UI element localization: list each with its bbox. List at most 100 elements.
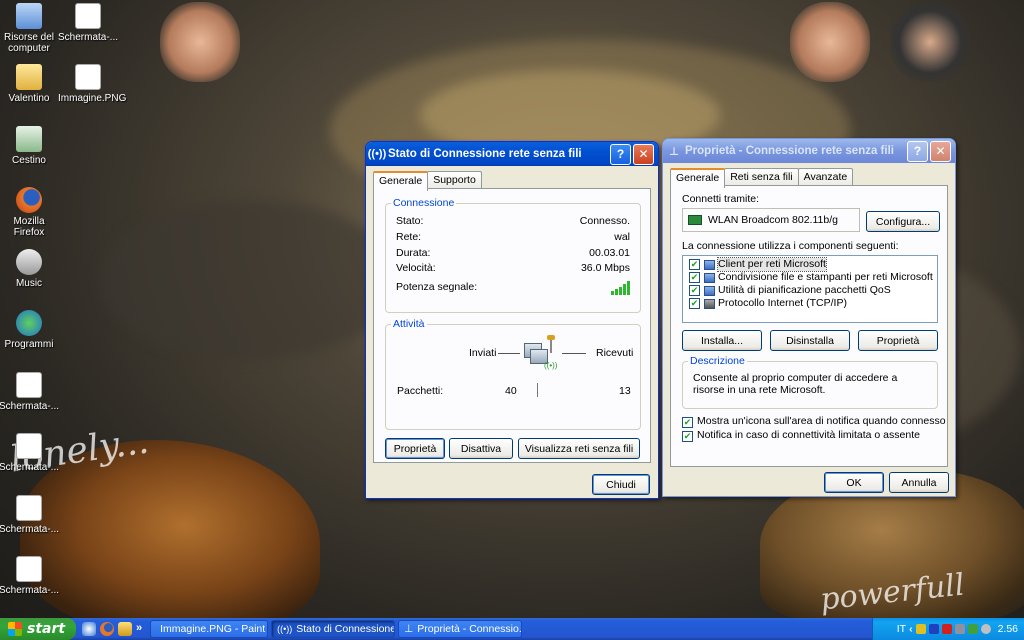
taskbar-item-paint[interactable]: Immagine.PNG - Paint — [150, 620, 269, 638]
desktop-icon-programs[interactable]: Programmi — [0, 310, 59, 350]
desktop-icon-immagine[interactable]: Immagine.PNG — [58, 64, 126, 104]
activity-group: Attività Inviati Ricevuti ((•)) Pacchett… — [385, 318, 641, 430]
checkbox[interactable]: ✔ — [682, 431, 693, 442]
help-button[interactable]: ? — [907, 140, 928, 162]
client-icon — [704, 259, 715, 270]
tray-app-icon[interactable] — [928, 624, 939, 634]
desktop-icon-label: Mozilla Firefox — [13, 216, 45, 238]
tray-app-icon[interactable] — [941, 624, 952, 634]
ok-button[interactable]: OK — [824, 472, 884, 493]
list-item[interactable]: ✔ Utilità di pianificazione pacchetti QoS — [683, 284, 937, 297]
show-icon-option[interactable]: ✔ Mostra un'icona sull'area di notifica q… — [682, 415, 946, 428]
disable-button[interactable]: Disattiva — [449, 438, 513, 459]
row-value: Connesso. — [579, 215, 630, 227]
firefox-icon — [16, 187, 42, 213]
desktop-icon-screenshot-4[interactable]: Schermata-... — [0, 495, 59, 535]
winamp-icon[interactable] — [118, 622, 132, 636]
list-item[interactable]: ✔ Protocollo Internet (TCP/IP) — [683, 297, 937, 310]
taskbar-item-properties[interactable]: ⊥ Proprietà - Connessio... — [398, 620, 523, 638]
components-list[interactable]: ✔ Client per reti Microsoft ✔ Condivisione… — [682, 255, 938, 323]
desktop-icon-firefox[interactable]: Mozilla Firefox — [0, 187, 59, 238]
row-label: Durata: — [396, 247, 431, 259]
status-panel: Connessione Stato: Connesso. Rete: wal Dur… — [373, 188, 651, 463]
uninstall-button[interactable]: Disinstalla — [770, 330, 850, 351]
wallpaper-character-right-2 — [890, 2, 970, 82]
view-wireless-networks-button[interactable]: Visualizza reti senza fili — [518, 438, 640, 459]
desktop-icon-my-computer[interactable]: Risorse del computer — [0, 3, 59, 54]
row-value: 00.03.01 — [589, 247, 630, 259]
taskbar-item-label: Immagine.PNG - Paint — [160, 623, 266, 635]
desktop-icon-valentino[interactable]: Valentino — [0, 64, 59, 104]
connection-group: Connessione Stato: Connesso. Rete: wal Dur… — [385, 197, 641, 313]
quick-launch: » — [82, 622, 142, 636]
ie-icon[interactable] — [82, 622, 96, 636]
tab-avanzate[interactable]: Avanzate — [797, 168, 854, 185]
wireless-icon: ((•)) — [367, 148, 387, 160]
duration-row: Durata: 00.03.01 — [396, 247, 630, 259]
row-label: Velocità: — [396, 262, 436, 274]
components-label: La connessione utilizza i componenti seg… — [682, 240, 899, 252]
cancel-button[interactable]: Annulla — [889, 472, 949, 493]
component-properties-button[interactable]: Proprietà — [858, 330, 938, 351]
firefox-icon[interactable] — [100, 622, 114, 636]
close-window-button[interactable]: ✕ — [633, 143, 654, 165]
row-value: wal — [614, 231, 630, 243]
checkbox[interactable]: ✔ — [689, 272, 700, 283]
desktop-icon-screenshot-3[interactable]: Schermata-... — [0, 433, 59, 473]
quick-launch-overflow-icon[interactable]: » — [136, 622, 142, 636]
tray-app-icon[interactable] — [915, 624, 926, 634]
row-label: Stato: — [396, 215, 424, 227]
properties-window-titlebar[interactable]: ⊥ Proprietà - Connessione rete senza fil… — [663, 139, 955, 163]
desktop-icon-screenshot-1[interactable]: Schermata-... — [58, 3, 118, 43]
image-file-icon — [16, 372, 42, 398]
description-group: Descrizione Consente al proprio computer… — [682, 355, 938, 409]
item-label: Client per reti Microsoft — [717, 257, 827, 272]
notify-option[interactable]: ✔ Notifica in caso di connettività limita… — [682, 429, 920, 442]
list-item[interactable]: ✔ Client per reti Microsoft — [683, 257, 937, 272]
taskbar-item-status[interactable]: ((•)) Stato di Connessione ... — [271, 620, 396, 638]
network-connection-icon: ⊥ — [404, 623, 414, 635]
desktop-icon-screenshot-5[interactable]: Schermata-... — [0, 556, 59, 596]
item-label: Protocollo Internet (TCP/IP) — [718, 297, 847, 309]
properties-button[interactable]: Proprietà — [385, 438, 445, 459]
help-button[interactable]: ? — [610, 143, 631, 165]
close-window-button[interactable]: ✕ — [930, 140, 951, 162]
tray-expand-icon[interactable]: ‹ — [909, 623, 913, 635]
adapter-name: WLAN Broadcom 802.11b/g — [708, 214, 838, 226]
desktop-icon-music[interactable]: Music — [0, 249, 59, 289]
checkbox[interactable]: ✔ — [689, 298, 700, 309]
close-button[interactable]: Chiudi — [592, 474, 650, 495]
desktop-icon-screenshot-2[interactable]: Schermata-... — [0, 372, 59, 412]
tab-supporto[interactable]: Supporto — [427, 171, 482, 188]
install-button[interactable]: Installa... — [682, 330, 762, 351]
desktop-icon-recycle-bin[interactable]: Cestino — [0, 126, 59, 166]
start-button[interactable]: start — [0, 618, 76, 640]
tab-generale[interactable]: Generale — [670, 168, 726, 188]
configure-button[interactable]: Configura... — [866, 211, 940, 232]
status-window-titlebar[interactable]: ((•)) Stato di Connessione rete senza fi… — [366, 142, 658, 166]
image-file-icon — [75, 64, 101, 90]
tab-reti-senza-fili[interactable]: Reti senza fili — [724, 168, 799, 185]
tab-generale[interactable]: Generale — [373, 171, 429, 191]
clock[interactable]: 2.56 — [998, 623, 1018, 635]
image-file-icon — [16, 556, 42, 582]
taskbar-item-label: Stato di Connessione ... — [296, 623, 396, 635]
network-tray-icon[interactable] — [967, 624, 978, 634]
desktop-icon-label: Schermata-... — [0, 585, 60, 596]
system-tray: IT ‹ 2.56 — [872, 618, 1024, 640]
checkbox[interactable]: ✔ — [689, 259, 700, 270]
tray-app-icon[interactable] — [954, 624, 965, 634]
volume-icon[interactable] — [980, 624, 991, 634]
wireless-icon: ((•)) — [277, 624, 293, 634]
option-label: Notifica in caso di connettività limitat… — [697, 429, 920, 441]
checkbox[interactable]: ✔ — [682, 417, 693, 428]
wallpaper-character-left — [160, 2, 240, 82]
speed-row: Velocità: 36.0 Mbps — [396, 262, 630, 274]
language-indicator[interactable]: IT — [897, 623, 906, 635]
group-legend: Connessione — [391, 197, 457, 209]
list-item[interactable]: ✔ Condivisione file e stampanti per reti … — [683, 271, 937, 284]
received-label: Ricevuti — [596, 347, 634, 359]
desktop-icon-label: Programmi — [4, 339, 54, 350]
connection-properties-window: ⊥ Proprietà - Connessione rete senza fil… — [662, 138, 956, 497]
checkbox[interactable]: ✔ — [689, 285, 700, 296]
